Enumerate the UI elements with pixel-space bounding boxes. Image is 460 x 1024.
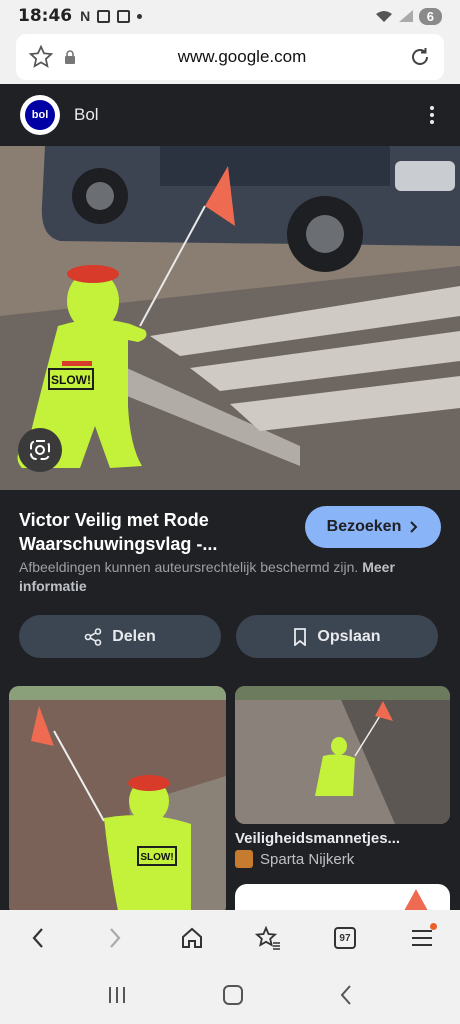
save-label: Opslaan: [317, 627, 381, 645]
notice-text: Afbeeldingen kunnen auteursrechtelijk be…: [19, 559, 359, 575]
site-header: bol Bol: [0, 84, 460, 146]
result-title[interactable]: Victor Veilig met Rode Waarschuwingsvlag…: [19, 508, 289, 556]
tabs-button[interactable]: 97: [326, 919, 364, 957]
menu-notification-dot: [429, 923, 437, 930]
hero-photo: SLOW!: [0, 146, 460, 490]
status-time: 18:46: [18, 6, 73, 26]
address-bar[interactable]: www.google.com: [16, 34, 444, 80]
netflix-notification-icon: N: [80, 8, 91, 24]
share-icon: [84, 627, 102, 646]
source-favicon-icon: [235, 850, 253, 868]
related-image-right[interactable]: [235, 686, 450, 824]
reload-icon[interactable]: [408, 45, 432, 69]
site-logo[interactable]: bol: [20, 95, 60, 135]
hamburger-menu-icon: [411, 930, 432, 946]
related-source-name: Sparta Nijkerk: [260, 850, 355, 868]
browser-toolbar: 97: [0, 910, 460, 966]
menu-button[interactable]: [403, 919, 441, 957]
wifi-icon: [375, 11, 392, 22]
signal-icon: [398, 10, 413, 22]
tabs-count: 97: [333, 927, 356, 949]
bookmarks-star-icon: [255, 926, 281, 950]
save-button[interactable]: Opslaan: [236, 615, 438, 658]
more-options-icon[interactable]: [430, 106, 434, 124]
screenshot-notification-icon: [97, 9, 111, 23]
site-name[interactable]: Bol: [74, 105, 99, 125]
hero-image[interactable]: SLOW!: [0, 146, 460, 490]
notification-icons: N: [80, 8, 143, 24]
lock-icon[interactable]: [64, 50, 76, 64]
visit-button[interactable]: Bezoeken: [305, 506, 441, 548]
back-button[interactable]: [19, 919, 57, 957]
status-bar: 18:46 N 6: [0, 0, 460, 32]
more-notifications-icon: [137, 13, 143, 19]
chevron-right-icon: [410, 521, 418, 533]
hero-sign-text: SLOW!: [51, 373, 91, 387]
forward-button[interactable]: [96, 919, 134, 957]
back-nav-icon[interactable]: [339, 984, 353, 1006]
bookmark-star-icon[interactable]: [28, 44, 54, 70]
lens-icon: [30, 440, 50, 460]
bookmark-icon: [294, 627, 307, 646]
site-logo-text: bol: [25, 100, 55, 130]
system-navigation-bar: [0, 966, 460, 1024]
url-text[interactable]: www.google.com: [76, 47, 408, 67]
home-nav-icon[interactable]: [222, 984, 244, 1006]
image-viewer-panel: bol Bol SLOW! Victor Veilig met Rode Waa…: [0, 84, 460, 910]
related-source-right[interactable]: Sparta Nijkerk: [235, 850, 354, 868]
battery-indicator: 6: [418, 7, 442, 25]
share-label: Delen: [112, 627, 156, 645]
related-sign-text: SLOW!: [140, 852, 173, 863]
checkbox-notification-icon: [117, 9, 131, 23]
bookmarks-button[interactable]: [249, 919, 287, 957]
home-icon: [181, 927, 202, 948]
next-card-flag-image: [404, 889, 428, 910]
related-image-left[interactable]: SLOW!: [9, 686, 226, 910]
visit-label: Bezoeken: [326, 518, 402, 535]
related-title-right[interactable]: Veiligheidsmannetjes...: [235, 830, 400, 847]
related-photo-right: [235, 686, 450, 824]
related-photo-left: SLOW!: [9, 686, 226, 910]
status-right: 6: [375, 7, 442, 25]
back-arrow-icon: [32, 928, 44, 948]
home-button[interactable]: [173, 919, 211, 957]
recent-apps-icon[interactable]: [107, 985, 127, 1005]
forward-arrow-icon: [110, 928, 121, 948]
share-button[interactable]: Delen: [19, 615, 221, 658]
copyright-notice: Afbeeldingen kunnen auteursrechtelijk be…: [19, 558, 419, 596]
google-lens-button[interactable]: [18, 428, 62, 472]
